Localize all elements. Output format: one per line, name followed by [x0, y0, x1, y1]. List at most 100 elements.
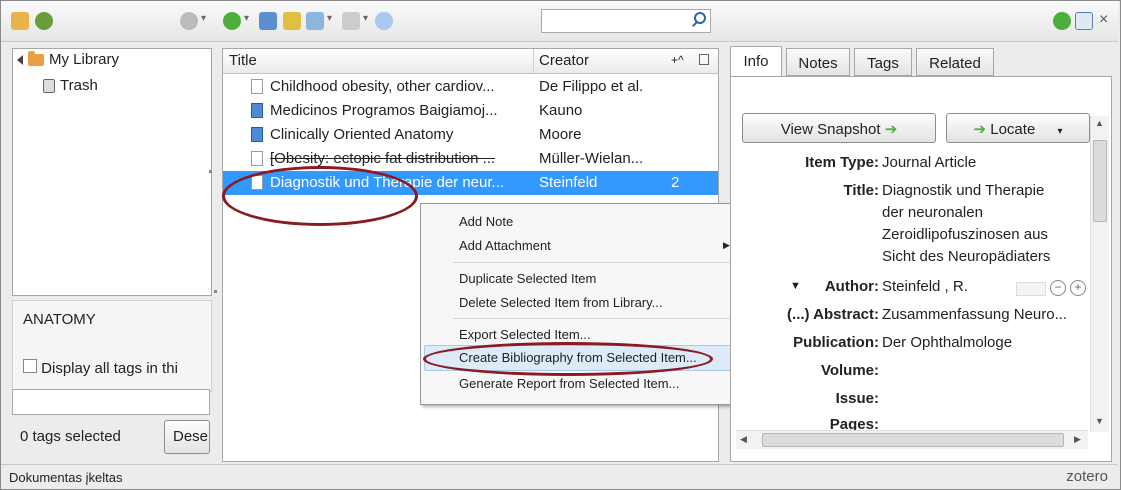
- vertical-scrollbar[interactable]: ▲ ▼: [1090, 116, 1109, 432]
- splitter-grip[interactable]: [214, 290, 217, 293]
- item-row[interactable]: Childhood obesity, other cardiov... De F…: [223, 75, 718, 99]
- close-icon[interactable]: ×: [1099, 11, 1108, 29]
- scroll-up-icon[interactable]: ▲: [1095, 118, 1104, 128]
- new-note-icon[interactable]: [283, 12, 301, 30]
- fullscreen-icon[interactable]: [1075, 12, 1093, 30]
- display-all-tags-label: Display all tags in thi: [41, 360, 178, 377]
- item-creator: Müller-Wielan...: [539, 150, 644, 167]
- add-attachment-icon[interactable]: [306, 12, 324, 30]
- tag-filter-input[interactable]: [12, 389, 210, 415]
- field-value-publication[interactable]: Der Ophthalmologe: [882, 334, 1012, 351]
- menu-item-export[interactable]: Export Selected Item...: [459, 327, 591, 342]
- field-label-publication: Publication:: [793, 334, 879, 351]
- tab-notes[interactable]: Notes: [786, 48, 850, 76]
- document-icon: [251, 79, 263, 94]
- field-value-title-line[interactable]: Zeroidlipofuszinosen aus: [882, 226, 1048, 243]
- paperclip-icon[interactable]: [342, 12, 360, 30]
- item-row[interactable]: Medicinos Programos Baigiamoj... Kauno: [223, 99, 718, 123]
- collapse-arrow-icon[interactable]: [17, 54, 23, 65]
- collection-label: My Library: [49, 51, 120, 68]
- field-value-title-line[interactable]: Sicht des Neuropädiaters: [882, 248, 1050, 265]
- tab-related[interactable]: Related: [916, 48, 994, 76]
- field-label-issue: Issue:: [835, 390, 879, 407]
- items-header: Title Creator +^: [223, 49, 718, 74]
- tag-cloud: ANATOMY Display all tags in thi: [12, 300, 212, 392]
- sync-icon[interactable]: [1053, 12, 1071, 30]
- tab-info[interactable]: Info: [730, 46, 782, 77]
- dropdown-arrow: ▾: [327, 13, 333, 24]
- collection-trash[interactable]: Trash: [43, 77, 98, 94]
- collection-my-library[interactable]: My Library: [17, 50, 120, 68]
- scroll-left-icon[interactable]: ◀: [740, 434, 747, 445]
- field-label-abstract: (...) Abstract:: [787, 306, 879, 323]
- new-item-icon[interactable]: [223, 12, 241, 30]
- splitter-grip[interactable]: [209, 170, 212, 173]
- checkbox-icon[interactable]: [23, 359, 37, 373]
- status-bar: Dokumentas įkeltas zotero: [1, 464, 1118, 489]
- collections-pane: My Library Trash: [12, 48, 212, 296]
- item-title: Medicinos Programos Baigiamoj...: [270, 102, 498, 119]
- field-value-item-type[interactable]: Journal Article: [882, 154, 976, 171]
- item-creator: Kauno: [539, 102, 583, 119]
- menu-separator: [453, 318, 735, 319]
- new-group-icon[interactable]: [35, 12, 53, 30]
- horizontal-scrollbar[interactable]: ◀ ▶: [736, 430, 1088, 449]
- toolbar: ▾ ▾ ▾ ▾ ×: [1, 1, 1118, 42]
- field-label-author: Author:: [824, 278, 879, 295]
- remove-author-icon[interactable]: −: [1050, 280, 1066, 296]
- item-title: [Obesity: ectopic fat distribution ...: [270, 150, 496, 167]
- folder-icon: [28, 50, 44, 66]
- actions-gear-icon[interactable]: [180, 12, 198, 30]
- scrollbar-thumb[interactable]: [762, 433, 1064, 447]
- search-input[interactable]: [541, 9, 711, 33]
- display-all-tags-checkbox[interactable]: Display all tags in thi: [23, 359, 209, 377]
- item-title: Childhood obesity, other cardiov...: [270, 78, 495, 95]
- tag-label[interactable]: ANATOMY: [23, 311, 96, 328]
- item-title: Clinically Oriented Anatomy: [270, 126, 454, 143]
- child-count-badge: 2: [671, 174, 680, 191]
- author-mode-toggle[interactable]: [1016, 282, 1046, 296]
- scroll-down-icon[interactable]: ▼: [1095, 416, 1104, 426]
- tags-selected-count: 0 tags selected: [20, 428, 121, 445]
- column-chooser-icon[interactable]: [699, 54, 709, 65]
- menu-separator: [453, 262, 735, 263]
- view-snapshot-label: View Snapshot: [780, 121, 881, 138]
- expand-author-icon[interactable]: ▼: [790, 280, 801, 292]
- menu-item-generate-report[interactable]: Generate Report from Selected Item...: [459, 376, 679, 391]
- field-value-abstract[interactable]: Zusammenfassung Neuro...: [882, 306, 1067, 323]
- menu-item-add-attachment[interactable]: Add Attachment: [459, 238, 551, 253]
- trash-icon: [43, 78, 55, 93]
- collection-label: Trash: [60, 77, 98, 94]
- arrow-right-icon: ➔: [884, 121, 898, 138]
- scrollbar-thumb[interactable]: [1093, 140, 1107, 222]
- annotation-ellipse: [222, 166, 418, 226]
- view-snapshot-button[interactable]: View Snapshot ➔: [742, 113, 936, 143]
- deselect-all-button[interactable]: Dese: [164, 420, 210, 454]
- item-creator: Moore: [539, 126, 582, 143]
- scroll-right-icon[interactable]: ▶: [1074, 434, 1081, 445]
- search-icon: [694, 12, 706, 24]
- locate-button[interactable]: ➔ Locate ▾: [946, 113, 1090, 143]
- book-icon: [251, 103, 263, 118]
- field-value-author[interactable]: Steinfeld , R.: [882, 278, 968, 295]
- menu-item-add-note[interactable]: Add Note: [459, 214, 513, 229]
- arrow-right-icon: ➔: [973, 121, 987, 138]
- menu-item-duplicate[interactable]: Duplicate Selected Item: [459, 271, 596, 286]
- column-title[interactable]: Title: [229, 52, 257, 69]
- dropdown-arrow: ▾: [244, 13, 250, 24]
- advanced-search-icon[interactable]: [375, 12, 393, 30]
- dropdown-arrow: ▾: [363, 13, 369, 24]
- add-author-icon[interactable]: +: [1070, 280, 1086, 296]
- item-row[interactable]: Clinically Oriented Anatomy Moore: [223, 123, 718, 147]
- menu-item-delete[interactable]: Delete Selected Item from Library...: [459, 295, 663, 310]
- new-collection-icon[interactable]: [11, 12, 29, 30]
- zotero-logo[interactable]: zotero: [1066, 468, 1108, 485]
- add-by-identifier-icon[interactable]: [259, 12, 277, 30]
- tab-tags[interactable]: Tags: [854, 48, 912, 76]
- field-value-title-line[interactable]: Diagnostik und Therapie: [882, 182, 1044, 199]
- column-creator[interactable]: Creator: [539, 52, 589, 69]
- field-value-title-line[interactable]: der neuronalen: [882, 204, 983, 221]
- status-text: Dokumentas įkeltas: [9, 470, 123, 485]
- column-picker-icon[interactable]: +^: [671, 53, 684, 67]
- document-icon: [251, 151, 263, 166]
